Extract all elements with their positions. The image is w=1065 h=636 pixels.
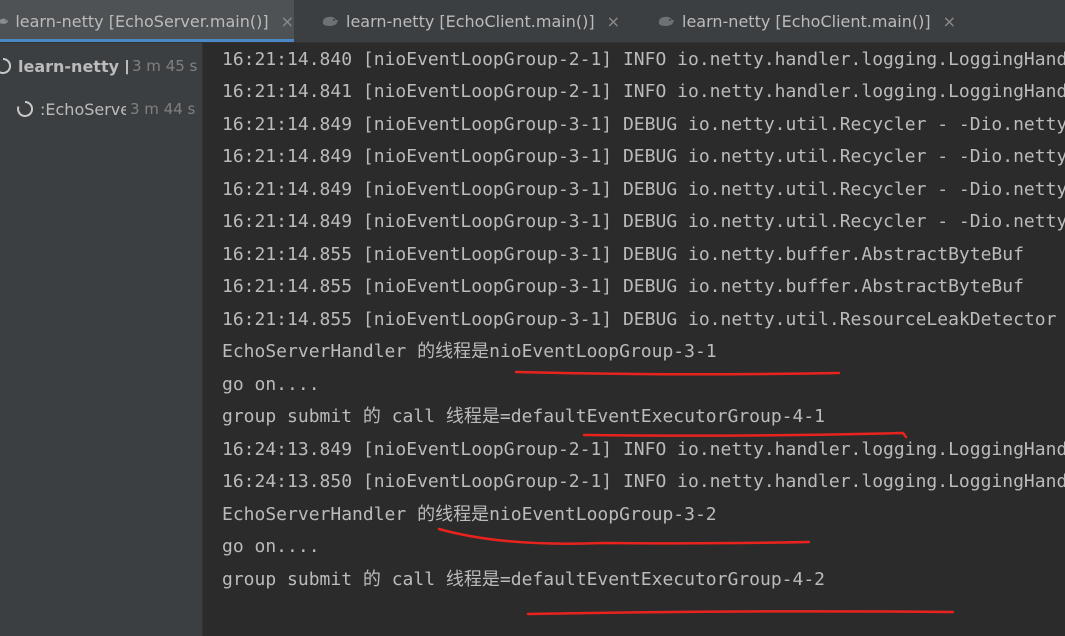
- annotation-underline: [514, 370, 841, 376]
- tab-echo-server[interactable]: learn-netty [EchoServer.main()] ×: [0, 0, 294, 42]
- elapsed-time: 3 m 44 s: [130, 100, 196, 118]
- annotation-underlines: [437, 370, 955, 616]
- tab-echo-client-1[interactable]: learn-netty [EchoClient.main()] ×: [294, 0, 630, 42]
- running-spinner-icon: [17, 100, 34, 117]
- running-spinner-icon: [0, 57, 12, 74]
- tab-echo-client-2[interactable]: learn-netty [EchoClient.main()] ×: [630, 0, 1060, 42]
- tab-label: learn-netty [EchoClient.main()]: [346, 11, 595, 31]
- tab-label: learn-netty [EchoServer.main()]: [15, 11, 269, 31]
- annotation-underline: [582, 431, 908, 439]
- console-output[interactable]: 16:21:14.840 [nioEventLoopGroup-2-1] INF…: [203, 43, 1065, 636]
- run-tab-bar: learn-netty [EchoServer.main()] × learn-…: [0, 0, 1065, 43]
- run-tree-panel: learn-netty [EchoServer.main()] 3 m 45 s…: [0, 43, 203, 636]
- tab-label: learn-netty [EchoClient.main()]: [682, 11, 931, 31]
- netty-run-icon: [0, 18, 9, 24]
- elapsed-time: 3 m 45 s: [132, 57, 198, 75]
- annotation-underline: [437, 527, 811, 545]
- close-icon[interactable]: ×: [607, 12, 620, 31]
- annotation-underline: [526, 610, 955, 616]
- tree-item-label: :EchoServer.main(): [40, 99, 126, 119]
- close-icon[interactable]: ×: [943, 12, 956, 31]
- tree-item-label: learn-netty [EchoServer.main()]: [18, 56, 128, 76]
- netty-run-icon: [322, 16, 338, 26]
- close-icon[interactable]: ×: [281, 12, 294, 31]
- tree-item-main-method[interactable]: :EchoServer.main() 3 m 44 s: [0, 91, 202, 127]
- netty-run-icon: [658, 16, 674, 26]
- tree-item-run-config[interactable]: learn-netty [EchoServer.main()] 3 m 45 s: [0, 48, 202, 84]
